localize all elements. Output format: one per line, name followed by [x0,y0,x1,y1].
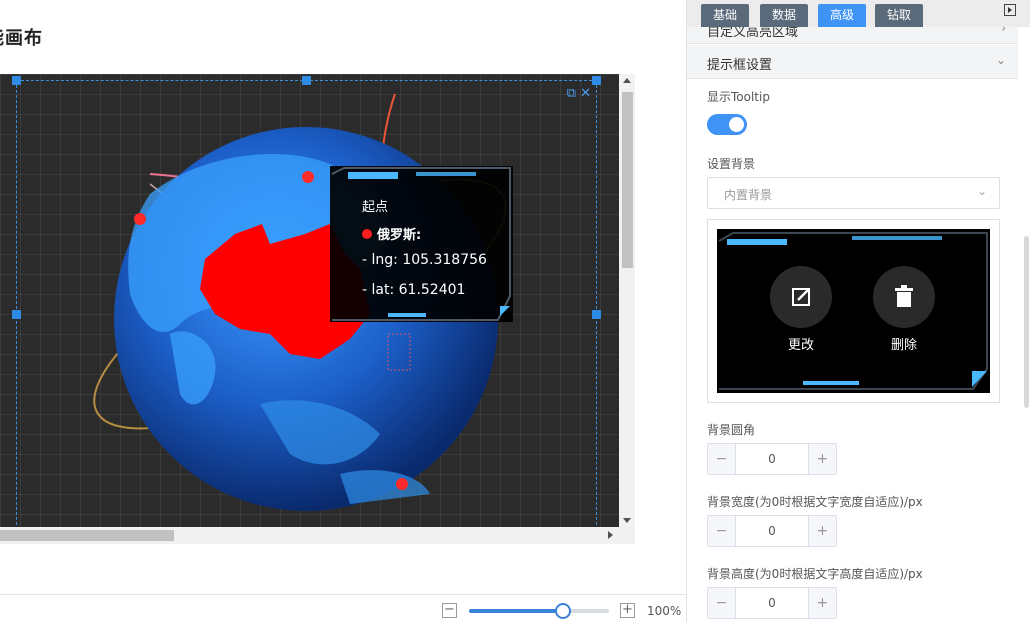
tooltip-name: 俄罗斯: [377,228,422,243]
bg-height-label: 背景高度(为0时根据文字高度自适应)/px [707,567,923,581]
page-title: 能画布 [0,28,43,49]
edit-icon [792,288,810,306]
section-label: 提示框设置 [707,58,773,73]
bg-width-label: 背景宽度(为0时根据文字宽度自适应)/px [707,495,923,509]
scroll-thumb[interactable] [0,530,174,541]
edit-bg-label: 更改 [787,338,814,353]
preview-frame-decoration [718,232,988,390]
series-dot-icon [362,228,372,239]
close-icon[interactable]: ✕ [580,86,591,101]
bg-radius-label: 背景圆角 [707,423,756,437]
zoom-level: 100% [647,604,682,618]
tooltip-frame-decoration [331,167,511,321]
resize-handle-left[interactable] [12,310,21,319]
decrement-button[interactable]: − [708,516,736,546]
canvas-area: 能画布 [0,0,686,622]
scroll-down-icon[interactable] [623,518,631,523]
tooltip-lat: - lat: 61.52401 [362,282,466,298]
map-tooltip: 起点 俄罗斯: - lng: 105.318756 - lat: 61.5240… [330,166,513,322]
scroll-right-icon[interactable] [608,531,613,539]
increment-button[interactable]: + [808,516,836,546]
section-tooltip-settings[interactable]: 提示框设置 ⌄ [687,45,1018,79]
bg-select[interactable]: 内置背景 ⌄ [707,177,1000,209]
show-tooltip-toggle[interactable] [707,114,747,135]
zoom-out-button[interactable]: − [442,603,457,618]
panel-scrollbar[interactable] [1024,236,1029,408]
tab-drill[interactable]: 钻取 [875,4,924,27]
bg-height-stepper[interactable]: − 0 + [707,587,837,619]
bg-preview-image: 更改 删除 [717,229,990,393]
bg-select-value: 内置背景 [724,188,773,202]
resize-handle-top-left[interactable] [12,76,21,85]
tab-data[interactable]: 数据 [760,4,809,27]
collapse-panel-icon[interactable] [1004,4,1016,16]
canvas-horizontal-scrollbar[interactable] [0,527,619,544]
canvas-vertical-scrollbar[interactable] [619,74,635,527]
canvas[interactable]: ⧉ ✕ 起点 俄罗斯: - lng: 105.318756 - lat: 61.… [0,74,619,527]
zoom-slider-knob[interactable] [554,603,571,619]
tooltip-lng: - lng: 105.318756 [362,252,487,268]
resize-handle-top[interactable] [302,76,311,85]
tab-advanced[interactable]: 高级 [818,4,867,27]
property-panel: 自定义高亮区域 › 基础 数据 高级 钻取 提示框设置 ⌄ 显示Tooltip … [686,0,1030,622]
bg-preview: 更改 删除 [707,219,1000,403]
delete-bg-label: 删除 [890,338,917,353]
zoom-in-button[interactable]: + [620,603,635,618]
tab-basic[interactable]: 基础 [701,4,750,27]
scroll-up-icon[interactable] [623,78,631,83]
bg-radius-stepper[interactable]: − 0 + [707,443,837,475]
tooltip-series-row: 俄罗斯: [362,224,421,243]
stepper-value[interactable]: 0 [736,524,808,538]
zoom-slider[interactable] [469,603,609,619]
scroll-thumb[interactable] [622,92,633,268]
chevron-down-icon: ⌄ [976,184,987,198]
increment-button[interactable]: + [808,588,836,618]
show-tooltip-label: 显示Tooltip [707,90,770,104]
resize-handle-top-right[interactable] [592,76,601,85]
bg-width-stepper[interactable]: − 0 + [707,515,837,547]
restore-icon[interactable]: ⧉ [567,86,576,101]
trash-icon [895,285,913,307]
bg-label: 设置背景 [707,157,756,171]
chevron-down-icon: ⌄ [995,53,1006,67]
widget-toolbar: ⧉ ✕ [567,86,591,101]
edit-bg-button[interactable] [770,266,832,328]
resize-handle-right[interactable] [592,310,601,319]
decrement-button[interactable]: − [708,588,736,618]
tooltip-title: 起点 [362,200,389,215]
zoom-bar: − + 100% [0,594,686,622]
increment-button[interactable]: + [808,444,836,474]
canvas-frame: ⧉ ✕ 起点 俄罗斯: - lng: 105.318756 - lat: 61.… [0,74,635,544]
decrement-button[interactable]: − [708,444,736,474]
stepper-value[interactable]: 0 [736,452,808,466]
delete-bg-button[interactable] [873,266,935,328]
stepper-value[interactable]: 0 [736,596,808,610]
zoom-slider-fill [469,609,563,613]
panel-tabs: 基础 数据 高级 钻取 [687,0,1030,27]
